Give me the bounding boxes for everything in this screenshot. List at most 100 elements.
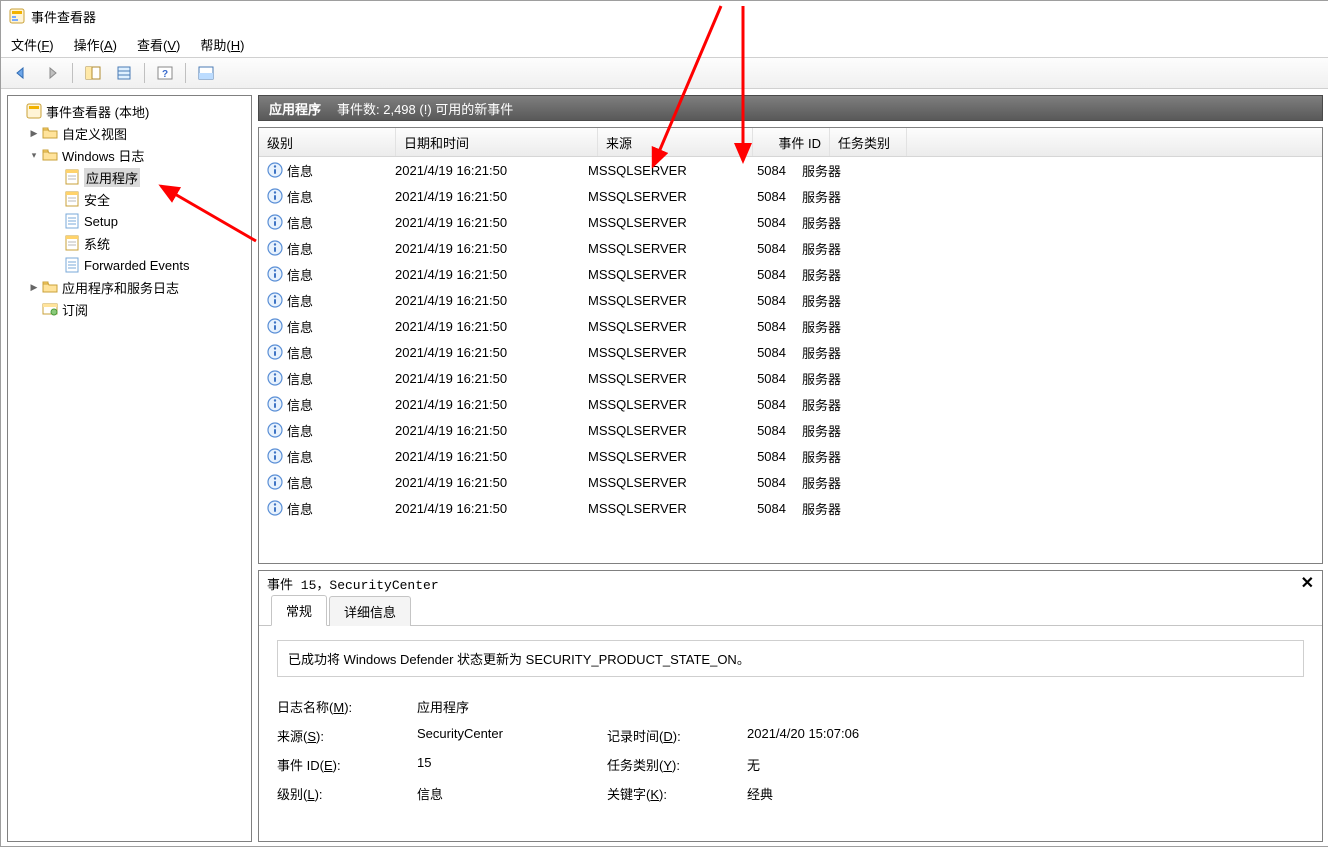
task-cat-value: 无 [747, 755, 947, 774]
main-panel: 应用程序 事件数: 2,498 (!) 可用的新事件 级别 日期和时间 来源 事… [258, 95, 1323, 842]
menu-view[interactable]: 查看(V) [137, 35, 180, 54]
info-icon [267, 162, 283, 178]
row-source: MSSQLSERVER [580, 293, 726, 308]
tree-item-label: 系统 [84, 234, 110, 253]
tree-item[interactable]: ▶ 自定义视图 [8, 122, 251, 144]
tree-item[interactable]: 应用程序 [8, 166, 251, 188]
level-key: 级别(L): [277, 784, 417, 803]
close-icon[interactable]: ✕ [1301, 573, 1314, 593]
source-key: 来源(S): [277, 726, 417, 745]
help-button[interactable]: ? [151, 60, 179, 86]
event-rows[interactable]: 信息2021/4/19 16:21:50MSSQLSERVER5084服务器信息… [259, 157, 1322, 563]
event-row[interactable]: 信息2021/4/19 16:21:50MSSQLSERVER5084服务器 [259, 261, 1322, 287]
col-date[interactable]: 日期和时间 [396, 128, 598, 156]
event-viewer-window: 事件查看器 文件(F) 操作(A) 查看(V) 帮助(H) ? 事件查看器 (本… [0, 0, 1328, 847]
tree-item-label: Windows 日志 [62, 146, 144, 165]
row-level: 信息 [287, 369, 313, 388]
list-header-title: 应用程序 [269, 99, 321, 118]
tree-item[interactable]: Forwarded Events [8, 254, 251, 276]
row-category: 服务器 [794, 239, 841, 258]
row-category: 服务器 [794, 213, 841, 232]
preview-pane-button[interactable] [192, 60, 220, 86]
event-id-key: 事件 ID(E): [277, 755, 417, 774]
row-category: 服务器 [794, 291, 841, 310]
row-date: 2021/4/19 16:21:50 [387, 449, 580, 464]
info-icon [267, 344, 283, 360]
properties-button[interactable] [110, 60, 138, 86]
event-row[interactable]: 信息2021/4/19 16:21:50MSSQLSERVER5084服务器 [259, 339, 1322, 365]
row-level: 信息 [287, 421, 313, 440]
event-row[interactable]: 信息2021/4/19 16:21:50MSSQLSERVER5084服务器 [259, 417, 1322, 443]
event-row[interactable]: 信息2021/4/19 16:21:50MSSQLSERVER5084服务器 [259, 365, 1322, 391]
console-tree[interactable]: 事件查看器 (本地) ▶ 自定义视图 ▾ Windows 日志应用程序安全 Setup 系… [7, 95, 252, 842]
back-button[interactable] [7, 60, 35, 86]
info-icon [267, 240, 283, 256]
expand-icon[interactable]: ▶ [26, 128, 42, 139]
row-category: 服务器 [794, 473, 841, 492]
event-row[interactable]: 信息2021/4/19 16:21:50MSSQLSERVER5084服务器 [259, 287, 1322, 313]
expand-icon[interactable]: ▶ [26, 282, 42, 293]
detail-tabs: 常规 详细信息 [259, 595, 1322, 626]
row-event-id: 5084 [726, 267, 794, 282]
toolbar-separator [185, 63, 186, 83]
col-level[interactable]: 级别 [259, 128, 396, 156]
row-source: MSSQLSERVER [580, 501, 726, 516]
tree-item[interactable]: Setup [8, 210, 251, 232]
menu-action[interactable]: 操作(A) [74, 35, 117, 54]
event-row[interactable]: 信息2021/4/19 16:21:50MSSQLSERVER5084服务器 [259, 157, 1322, 183]
show-hide-tree-button[interactable] [79, 60, 107, 86]
tree-item-label: Forwarded Events [84, 258, 190, 273]
expand-icon[interactable]: ▾ [26, 150, 42, 161]
detail-header: 事件 15，SecurityCenter ✕ [259, 571, 1322, 595]
row-level: 信息 [287, 447, 313, 466]
tab-details[interactable]: 详细信息 [329, 596, 411, 626]
tree-item-label: 自定义视图 [62, 124, 127, 143]
folder-icon [42, 147, 58, 163]
row-level: 信息 [287, 473, 313, 492]
row-date: 2021/4/19 16:21:50 [387, 319, 580, 334]
keywords-value: 经典 [747, 784, 947, 803]
menu-file[interactable]: 文件(F) [11, 35, 54, 54]
row-category: 服务器 [794, 395, 841, 414]
event-row[interactable]: 信息 2021/4/19 16:21:50MSSQLSERVER5084服务器 [259, 469, 1322, 495]
row-event-id: 5084 [726, 449, 794, 464]
toolbar-separator [72, 63, 73, 83]
log2-icon [64, 213, 80, 229]
event-row[interactable]: 信息2021/4/19 16:21:50MSSQLSERVER5084服务器 [259, 235, 1322, 261]
event-row[interactable]: 信息2021/4/19 16:21:50MSSQLSERVER5084服务器 [259, 495, 1322, 521]
logged-value: 2021/4/20 15:07:06 [747, 726, 947, 745]
tab-general[interactable]: 常规 [271, 595, 327, 626]
tree-root[interactable]: 事件查看器 (本地) [8, 100, 251, 122]
row-source: MSSQLSERVER [580, 241, 726, 256]
event-row[interactable]: 信息2021/4/19 16:21:50MSSQLSERVER5084服务器 [259, 391, 1322, 417]
tree-item-label: Setup [84, 214, 118, 229]
menu-help[interactable]: 帮助(H) [200, 35, 244, 54]
tree-item[interactable]: ▾ Windows 日志 [8, 144, 251, 166]
event-row[interactable]: 信息2021/4/19 16:21:50MSSQLSERVER5084服务器 [259, 313, 1322, 339]
event-row[interactable]: 信息2021/4/19 16:21:50MSSQLSERVER5084服务器 [259, 209, 1322, 235]
row-event-id: 5084 [726, 475, 794, 490]
col-event-id[interactable]: 事件 ID [753, 128, 830, 156]
row-date: 2021/4/19 16:21:50 [387, 397, 580, 412]
row-source: MSSQLSERVER [580, 475, 726, 490]
col-task-category[interactable]: 任务类别 [830, 128, 907, 156]
row-category: 服务器 [794, 161, 841, 180]
forward-button[interactable] [38, 60, 66, 86]
detail-body[interactable]: 已成功将 Windows Defender 状态更新为 SECURITY_PRO… [259, 626, 1322, 841]
row-date: 2021/4/19 16:21:50 [387, 475, 580, 490]
tree-item[interactable]: ▶ 应用程序和服务日志 [8, 276, 251, 298]
folder-icon [42, 279, 58, 295]
tree-item[interactable]: 系统 [8, 232, 251, 254]
info-icon [267, 318, 283, 334]
tree-item-label: 应用程序和服务日志 [62, 278, 179, 297]
event-row[interactable]: 信息2021/4/19 16:21:50MSSQLSERVER5084服务器 [259, 443, 1322, 469]
tree-item-label: 应用程序 [84, 168, 140, 187]
tree-root-label: 事件查看器 (本地) [46, 102, 149, 121]
info-icon [267, 214, 283, 230]
event-row[interactable]: 信息2021/4/19 16:21:50MSSQLSERVER5084服务器 [259, 183, 1322, 209]
tree-item[interactable]: 订阅 [8, 298, 251, 320]
row-event-id: 5084 [726, 397, 794, 412]
col-source[interactable]: 来源 [598, 128, 753, 156]
tree-item[interactable]: 安全 [8, 188, 251, 210]
body-area: 事件查看器 (本地) ▶自定义视图▾Windows 日志应用程序安全Setup系… [1, 89, 1328, 847]
